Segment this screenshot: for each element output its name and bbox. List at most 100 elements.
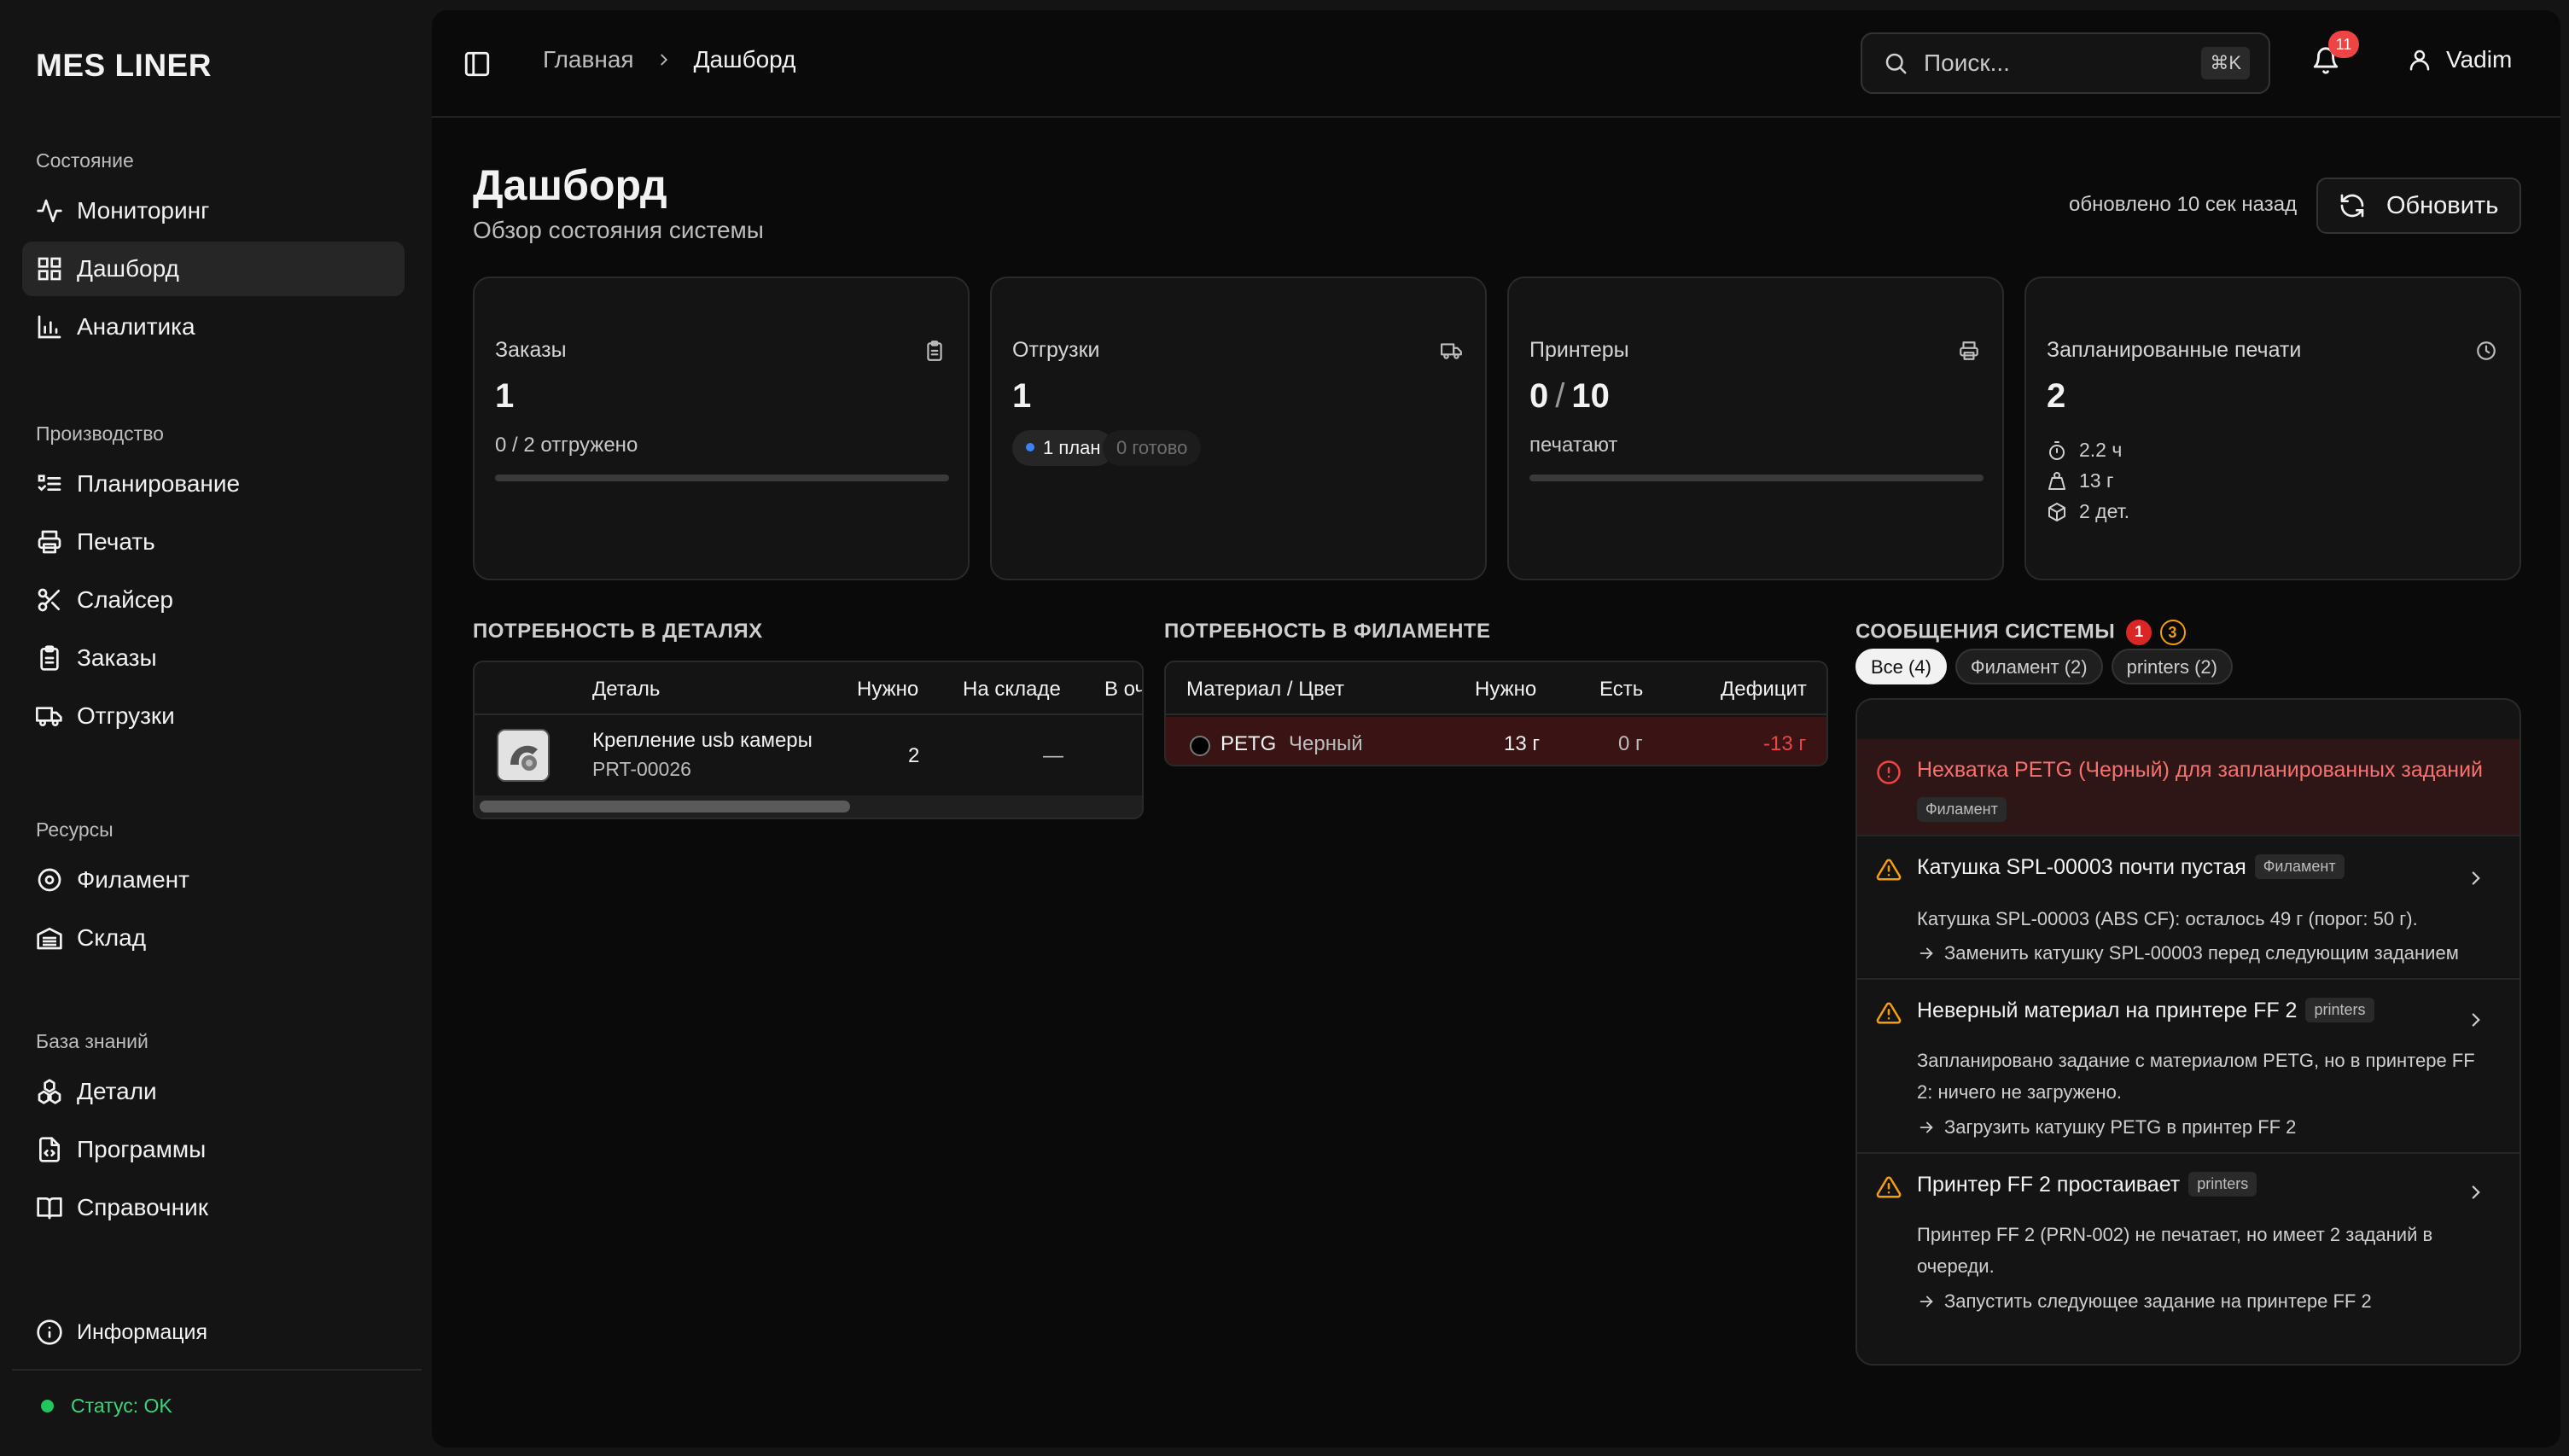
card-title: Заказы (495, 338, 567, 362)
user-menu[interactable]: Vadim (2407, 46, 2512, 73)
message-title: Неверный материал на принтере FF 2 printe… (1917, 997, 2374, 1024)
sidebar-item-label: Заказы (77, 644, 157, 671)
warehouse-icon (37, 928, 62, 950)
timer-icon (2049, 440, 2065, 460)
last-updated: обновлено 10 сек назад (2069, 193, 2298, 216)
part-code: PRT-00026 (592, 758, 691, 780)
color-swatch (1190, 736, 1210, 756)
card-title: Принтеры (1529, 338, 1629, 362)
breadcrumb-home[interactable]: Главная (543, 46, 634, 73)
plan-badge-label: 1 план (1043, 437, 1101, 458)
sidebar-item-planning[interactable]: Планирование (22, 457, 405, 511)
card-printers[interactable]: Принтеры 0/10 печатают (1507, 277, 2004, 580)
column-header: Нужно (857, 678, 919, 701)
search-icon (1885, 53, 1907, 74)
sidebar-item-info[interactable]: Информация (22, 1305, 405, 1360)
warning-triangle-icon (1876, 1002, 1902, 1024)
table-header: Деталь Нужно На складе В очереди (475, 662, 1142, 715)
sidebar-item-shipments[interactable]: Отгрузки (22, 689, 405, 743)
sidebar-item-label: Дашборд (77, 255, 179, 282)
message-text: Принтер FF 2 (PRN-002) не печатает, но и… (1917, 1224, 2433, 1277)
message-tag: Филамент (2254, 853, 2345, 879)
refresh-button[interactable]: Обновить (2316, 178, 2521, 234)
info-icon (37, 1319, 62, 1345)
printers-total: 10 (1571, 377, 1610, 415)
message-item[interactable]: Катушка SPL-00003 почти пустая Филамент К… (1857, 836, 2519, 980)
file-code-icon (39, 1137, 60, 1162)
message-action-label: Загрузить катушку PETG в принтер FF 2 (1944, 1116, 2297, 1138)
scheduled-time-value: 2.2 ч (2079, 439, 2123, 461)
sidebar: MES LINER Состояние Мониторинг Дашборд А… (0, 0, 423, 1456)
message-item[interactable]: Неверный материал на принтере FF 2 printe… (1857, 980, 2519, 1154)
spool-icon (38, 868, 61, 892)
sidebar-item-parts[interactable]: Детали (22, 1064, 405, 1119)
part-name: Крепление usb камеры (592, 729, 813, 752)
scheduled-weight-value: 13 г (2079, 469, 2114, 492)
horizontal-scrollbar[interactable] (480, 801, 850, 812)
table-row[interactable]: PETG Черный 13 г 0 г -13 г (1166, 717, 1826, 765)
sidebar-item-label: Отгрузки (77, 702, 175, 729)
refresh-icon (2340, 194, 2364, 218)
message-action[interactable]: Загрузить катушку PETG в принтер FF 2 (1917, 1116, 2296, 1139)
arrow-right-icon (1919, 1296, 1933, 1307)
user-name: Vadim (2446, 46, 2513, 73)
search-box[interactable]: ⌘K (1861, 32, 2270, 94)
filament-need-table: Материал / Цвет Нужно Есть Дефицит PETG … (1164, 661, 1828, 766)
column-header: Нужно (1475, 678, 1537, 701)
app-root: MES LINER Состояние Мониторинг Дашборд А… (0, 0, 2569, 1456)
list-checks-icon (38, 475, 61, 492)
chevron-right-icon[interactable] (2465, 867, 2487, 889)
message-action-label: Запустить следующее задание на принтере … (1944, 1290, 2372, 1312)
filament-need: 13 г (1504, 732, 1541, 755)
system-status: Статус: OK (41, 1395, 172, 1418)
message-text: Катушка SPL-00003 (ABS CF): осталось 49 … (1917, 908, 2418, 929)
sidebar-item-orders[interactable]: Заказы (22, 631, 405, 685)
column-header: В очереди (1104, 678, 1142, 701)
card-orders[interactable]: Заказы 1 0 / 2 отгружено (473, 277, 970, 580)
chevron-right-icon[interactable] (2465, 1181, 2487, 1203)
filter-filament[interactable]: Филамент (2) (1954, 649, 2103, 684)
nav-group-status: Состояние Мониторинг Дашборд Аналитика (0, 141, 423, 358)
search-input[interactable] (1924, 50, 2197, 77)
message-title: Нехватка PETG (Черный) для запланированн… (1917, 758, 2484, 782)
sidebar-item-dashboard[interactable]: Дашборд (22, 242, 405, 296)
nav-group-title: Производство (36, 422, 164, 445)
sidebar-item-label: Планирование (77, 470, 241, 497)
sidebar-toggle-icon[interactable] (463, 50, 492, 79)
card-subtitle: печатают (1529, 434, 1618, 457)
sidebar-item-programs[interactable]: Программы (22, 1122, 405, 1177)
sidebar-item-monitoring[interactable]: Мониторинг (22, 183, 405, 238)
sidebar-item-slicer[interactable]: Слайсер (22, 573, 405, 627)
column-header: Материал / Цвет (1186, 678, 1345, 701)
chevron-right-icon[interactable] (2465, 1009, 2487, 1031)
message-tag: Филамент (1917, 797, 2007, 822)
parts-icon (38, 1079, 61, 1104)
sidebar-item-label: Аналитика (77, 313, 195, 340)
message-item[interactable]: Нехватка PETG (Черный) для запланированн… (1857, 739, 2519, 836)
card-value: 2 (2047, 377, 2066, 415)
filter-all[interactable]: Все (4) (1855, 649, 1947, 684)
scheduled-parts-value: 2 дет. (2079, 500, 2130, 522)
message-title: Катушка SPL-00003 почти пустая Филамент (1917, 853, 2345, 881)
sidebar-item-reference[interactable]: Справочник (22, 1180, 405, 1235)
message-item[interactable]: Принтер FF 2 простаивает printers Принтер… (1857, 1154, 2519, 1328)
card-subtitle: 0 / 2 отгружено (495, 434, 638, 457)
truck-icon (36, 707, 62, 726)
message-filters: Все (4) Филамент (2) printers (2) (1855, 649, 2241, 684)
sidebar-item-filament[interactable]: Филамент (22, 853, 405, 907)
message-title-text: Неверный материал на принтере FF 2 (1917, 999, 2298, 1022)
filter-printers[interactable]: printers (2) (2111, 649, 2233, 684)
weight-icon (2048, 471, 2065, 490)
scheduled-time: 2.2 ч (2047, 439, 2122, 462)
system-messages-title: СООБЩЕНИЯ СИСТЕМЫ (1855, 620, 2116, 644)
sidebar-item-print[interactable]: Печать (22, 515, 405, 569)
sidebar-item-analytics[interactable]: Аналитика (22, 300, 405, 354)
sidebar-item-label: Справочник (77, 1194, 208, 1220)
notifications-button[interactable]: 11 (2311, 31, 2359, 80)
sidebar-item-warehouse[interactable]: Склад (22, 911, 405, 965)
card-shipments[interactable]: Отгрузки 1 1 план 0 готово (990, 277, 1487, 580)
sidebar-item-label: Склад (77, 924, 147, 951)
message-action[interactable]: Запустить следующее задание на принтере … (1917, 1290, 2372, 1313)
card-scheduled-prints[interactable]: Запланированные печати 2 2.2 ч 13 г 2 де… (2024, 277, 2521, 580)
message-action[interactable]: Заменить катушку SPL-00003 перед следующ… (1917, 942, 2459, 964)
